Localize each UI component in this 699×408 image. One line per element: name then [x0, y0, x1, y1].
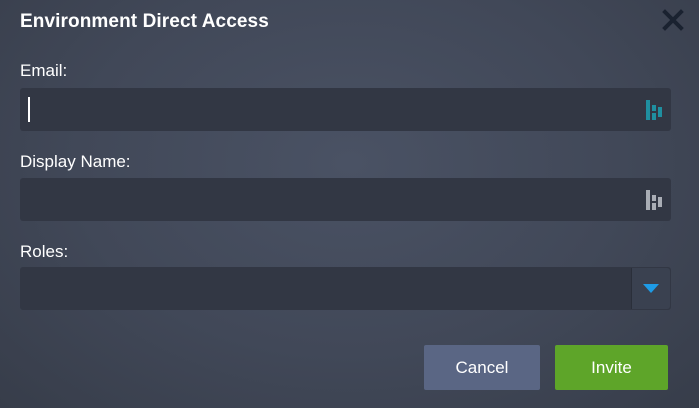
roles-select-value[interactable] — [20, 267, 630, 310]
email-field-container — [20, 88, 671, 131]
invite-button[interactable]: Invite — [555, 345, 668, 390]
email-label: Email: — [20, 61, 68, 80]
cancel-button[interactable]: Cancel — [424, 345, 540, 390]
roles-dropdown-button[interactable] — [631, 268, 670, 309]
close-button[interactable] — [661, 8, 685, 32]
chevron-down-icon — [643, 284, 659, 293]
roles-label: Roles: — [20, 242, 69, 261]
dialog-title: Environment Direct Access — [20, 11, 269, 32]
display-name-field-container — [20, 178, 671, 221]
email-field[interactable] — [20, 88, 630, 131]
environment-direct-access-dialog: Environment Direct Access Email: Display… — [0, 0, 699, 408]
roles-select[interactable] — [20, 267, 671, 310]
password-manager-icon[interactable] — [645, 189, 663, 211]
close-icon — [662, 9, 684, 31]
password-manager-icon[interactable] — [645, 99, 663, 121]
display-name-label: Display Name: — [20, 152, 131, 171]
text-caret — [28, 97, 30, 122]
display-name-field[interactable] — [20, 178, 630, 221]
